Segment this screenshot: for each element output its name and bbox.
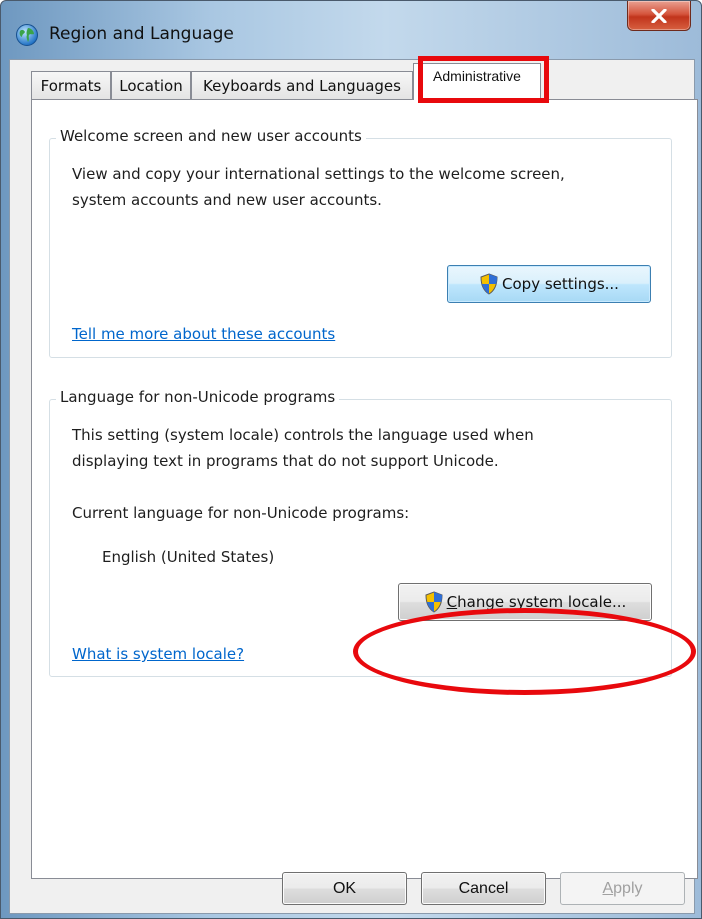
- close-icon: [651, 8, 667, 23]
- apply-label: Apply: [602, 880, 642, 898]
- what-is-system-locale-link[interactable]: What is system locale?: [72, 645, 244, 663]
- region-language-dialog: Region and Language Formats Location Key…: [0, 0, 702, 919]
- current-language-value: English (United States): [102, 548, 275, 566]
- administrative-tab-pane: Welcome screen and new user accounts Vie…: [31, 99, 698, 879]
- current-language-label: Current language for non-Unicode program…: [72, 504, 410, 522]
- tab-location-label: Location: [119, 76, 183, 95]
- welcome-group-legend: Welcome screen and new user accounts: [56, 127, 366, 145]
- window-title: Region and Language: [49, 24, 234, 44]
- welcome-screen-group: Welcome screen and new user accounts Vie…: [49, 127, 672, 358]
- tab-formats[interactable]: Formats: [31, 71, 111, 99]
- tab-keyboards-and-languages[interactable]: Keyboards and Languages: [191, 71, 413, 99]
- ok-button[interactable]: OK: [282, 872, 407, 905]
- uac-shield-icon: [425, 591, 443, 613]
- copy-settings-button[interactable]: Copy settings...: [447, 265, 651, 303]
- uac-shield-icon: [480, 273, 498, 295]
- dialog-client-area: Formats Location Keyboards and Languages…: [9, 56, 698, 914]
- non-unicode-description-line-1: This setting (system locale) controls th…: [72, 426, 534, 444]
- title-bar[interactable]: Region and Language: [1, 1, 701, 63]
- apply-mnemonic: A: [602, 879, 614, 897]
- cancel-label: Cancel: [458, 879, 509, 897]
- tab-keyboards-label: Keyboards and Languages: [203, 76, 401, 95]
- highlight-rectangle-annotation: [418, 56, 549, 103]
- welcome-description-line-1: View and copy your international setting…: [72, 165, 565, 183]
- cancel-button[interactable]: Cancel: [421, 872, 546, 905]
- welcome-description-line-2: system accounts and new user accounts.: [72, 191, 382, 209]
- non-unicode-description-line-2: displaying text in programs that do not …: [72, 452, 499, 470]
- highlight-ellipse-annotation: [353, 608, 696, 695]
- close-button[interactable]: [627, 1, 691, 31]
- globe-icon: [16, 24, 38, 46]
- non-unicode-group-legend: Language for non-Unicode programs: [56, 388, 340, 406]
- tab-location[interactable]: Location: [111, 71, 191, 99]
- non-unicode-description: This setting (system locale) controls th…: [72, 422, 534, 474]
- change-locale-mnemonic: C: [446, 593, 458, 611]
- welcome-group-description: View and copy your international setting…: [72, 161, 565, 213]
- apply-label-rest: pply: [613, 879, 643, 897]
- tell-me-more-link[interactable]: Tell me more about these accounts: [72, 325, 335, 343]
- ok-label: OK: [332, 879, 357, 897]
- apply-button[interactable]: Apply: [560, 872, 685, 905]
- tab-formats-label: Formats: [40, 76, 102, 95]
- copy-settings-label: Copy settings...: [502, 275, 619, 293]
